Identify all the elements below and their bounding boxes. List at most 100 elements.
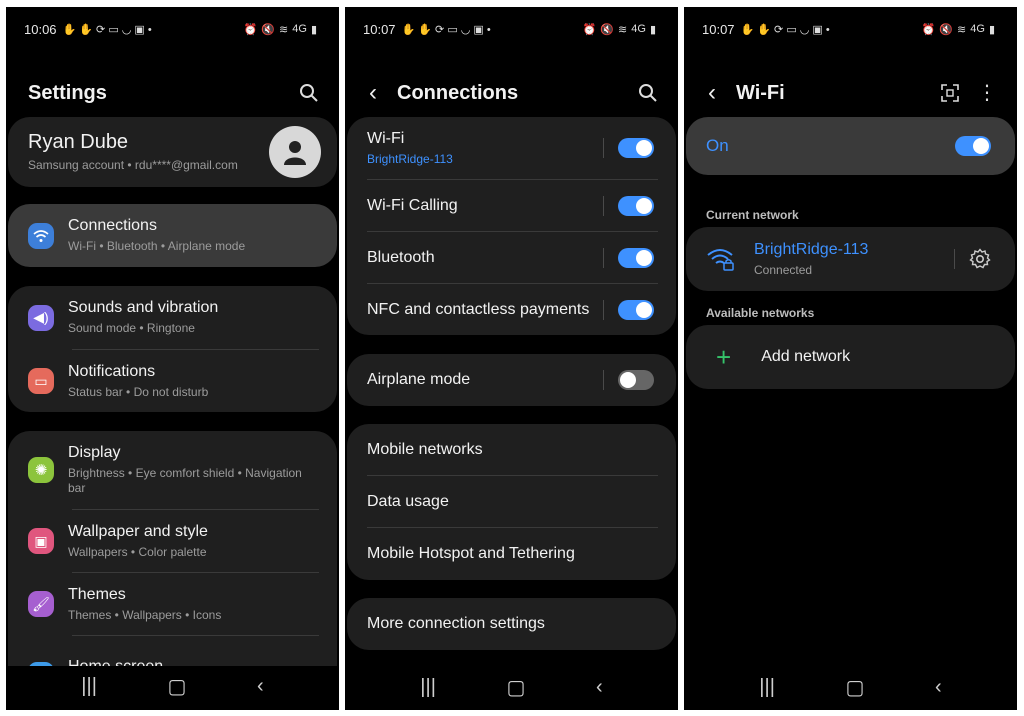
connections-header: ‹ Connections [345,73,678,113]
wifi-lock-icon [707,249,734,271]
alarm-icon: ⏰ [921,23,936,36]
system-icons: ⏰ 🔇 ≋ 4G ▮ [922,23,995,36]
bluetooth-label: Bluetooth [367,248,435,266]
themes-sub: Themes • Wallpapers • Icons [68,607,222,622]
account-name: Ryan Dube [28,131,129,153]
current-network-label: Current network [706,208,799,222]
add-icon: + [716,342,732,372]
home-button-icon[interactable]: ▢ [846,675,865,700]
status-time: 10:07 [363,21,396,37]
wifi-icon [28,222,54,249]
alarm-icon: ⏰ [243,23,258,36]
signal-label: 4G [970,22,985,35]
connections-screen: 10:07 ✋ ✋ ⟳ ▭ ◡ ▣ • ⏰ 🔇 ≋ 4G ▮ ‹ Connect… [345,7,678,710]
bluetooth-row[interactable]: Bluetooth [347,232,676,283]
mobile-networks-row[interactable]: Mobile networks [347,424,676,475]
wifi-label: Wi-Fi [367,130,405,147]
back-nav-icon[interactable]: ‹ [935,676,942,699]
connections-card[interactable]: Connections Wi-Fi • Bluetooth • Airplane… [8,204,337,267]
gear-icon[interactable] [969,248,991,270]
display-sub: Brightness • Eye comfort shield • Naviga… [68,466,302,495]
connections-sub: Wi-Fi • Bluetooth • Airplane mode [68,239,246,253]
avatar[interactable] [269,126,321,178]
sounds-notifications-card: ◀) Sounds and vibration Sound mode • Rin… [8,286,337,412]
sounds-label: Sounds and vibration [68,299,219,316]
current-network-card[interactable]: BrightRidge-113 Connected [686,227,1015,291]
back-arrow-icon[interactable]: ‹ [688,79,736,107]
add-network-label: Add network [761,348,851,365]
sidebar-item-themes[interactable]: 🖌 Themes Themes • Wallpapers • Icons [8,573,337,635]
sidebar-item-sounds[interactable]: ◀) Sounds and vibration Sound mode • Rin… [8,286,337,349]
account-card[interactable]: Ryan Dube Samsung account • rdu****@gmai… [8,117,337,187]
notifications-label: Notifications [68,362,156,380]
wifi-master-toggle[interactable] [955,136,991,156]
sidebar-item-home-screen[interactable]: Home screen [8,636,337,666]
home-button-icon[interactable]: ▢ [168,674,187,699]
nav-bar: ||| ▢ ‹ [684,672,1017,702]
status-bar: 10:07 ✋ ✋ ⟳ ▭ ◡ ▣ • ⏰ 🔇 ≋ 4G ▮ [363,21,656,37]
nfc-toggle[interactable] [618,299,654,320]
home-icon [28,662,54,666]
bluetooth-toggle[interactable] [618,247,654,268]
notification-icons: ✋ ✋ ⟳ ▭ ◡ ▣ • [740,23,830,36]
volume-icon: ◀) [28,304,54,331]
airplane-row[interactable]: Airplane mode [347,354,676,406]
data-usage-row[interactable]: Data usage [347,476,676,527]
mobile-networks-label: Mobile networks [367,440,483,458]
system-icons: ⏰ 🔇 ≋ 4G ▮ [244,23,317,36]
more-settings-row[interactable]: More connection settings [347,598,676,650]
settings-header: Settings [6,73,339,113]
more-options-icon[interactable]: ⋮ [977,83,997,103]
wifi-screen: 10:07 ✋ ✋ ⟳ ▭ ◡ ▣ • ⏰ 🔇 ≋ 4G ▮ ‹ Wi-Fi ⋮… [684,7,1017,710]
status-bar: 10:07 ✋ ✋ ⟳ ▭ ◡ ▣ • ⏰ 🔇 ≋ 4G ▮ [702,21,995,37]
home-button-icon[interactable]: ▢ [507,675,526,700]
wifi-master-label: On [706,136,729,155]
more-card: More connection settings [347,598,676,650]
themes-icon: 🖌 [28,591,54,617]
themes-label: Themes [68,585,126,603]
airplane-toggle[interactable] [618,370,654,390]
battery-icon: ▮ [988,23,995,36]
battery-icon: ▮ [310,23,317,36]
recents-icon[interactable]: ||| [81,675,97,698]
sidebar-item-wallpaper[interactable]: ▣ Wallpaper and style Wallpapers • Color… [8,510,337,572]
person-icon [284,141,306,165]
recents-icon[interactable]: ||| [759,676,775,699]
back-arrow-icon[interactable]: ‹ [349,79,397,107]
status-time: 10:06 [24,21,57,37]
back-nav-icon[interactable]: ‹ [257,675,264,698]
nfc-row[interactable]: NFC and contactless payments [347,284,676,335]
wifi-toggle[interactable] [618,138,654,158]
status-bar: 10:06 ✋ ✋ ⟳ ▭ ◡ ▣ • ⏰ 🔇 ≋ 4G ▮ [24,21,317,37]
search-icon[interactable] [299,83,319,103]
connections-label: Connections [68,217,157,234]
qr-scan-icon[interactable] [941,84,959,102]
search-icon[interactable] [638,83,658,103]
sun-icon: ✺ [28,457,54,483]
wifi-row[interactable]: Wi-Fi BrightRidge-113 [347,117,676,179]
page-title: Settings [28,81,107,104]
sidebar-item-display[interactable]: ✺ Display Brightness • Eye comfort shiel… [8,431,337,509]
hotspot-row[interactable]: Mobile Hotspot and Tethering [347,528,676,580]
notification-icons: ✋ ✋ ⟳ ▭ ◡ ▣ • [401,23,491,36]
wifi-header: ‹ Wi-Fi ⋮ [684,73,1017,113]
notification-icon: ▭ [28,368,54,394]
signal-label: 4G [631,22,646,35]
mute-icon: 🔇 [939,23,954,36]
recents-icon[interactable]: ||| [420,676,436,699]
mute-icon: 🔇 [261,23,276,36]
notifications-sub: Status bar • Do not disturb [68,384,209,399]
add-network-card[interactable]: + Add network [686,325,1015,389]
wifi-status-icon: ≋ [957,23,967,36]
page-title: Connections [397,81,519,104]
wifi-calling-row[interactable]: Wi-Fi Calling [347,180,676,231]
wifi-status-icon: ≋ [279,23,289,36]
alarm-icon: ⏰ [582,23,597,36]
wifi-calling-toggle[interactable] [618,195,654,216]
current-network-name: BrightRidge-113 [754,240,869,258]
wifi-master-card[interactable]: On [686,117,1015,175]
wallpaper-sub: Wallpapers • Color palette [68,544,207,559]
sidebar-item-notifications[interactable]: ▭ Notifications Status bar • Do not dist… [8,350,337,412]
back-nav-icon[interactable]: ‹ [596,676,603,699]
wallpaper-icon: ▣ [28,528,54,554]
